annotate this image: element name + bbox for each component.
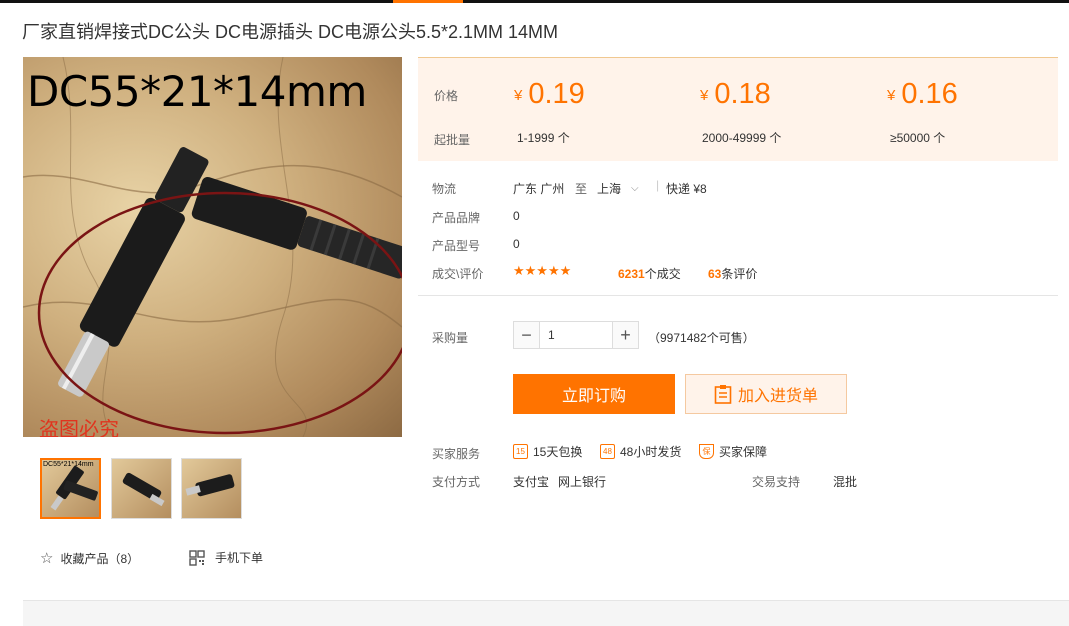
batch-label: 起批量 (434, 133, 471, 147)
destination-select[interactable]: 上海 ⌵ (597, 180, 639, 197)
favorite-button[interactable]: ☆ 收藏产品（8） (40, 549, 139, 567)
rating-stars: ★★★★★ (513, 263, 572, 278)
separator: | (656, 178, 660, 192)
thumbnail-image (50, 465, 98, 511)
batch-range-2: 2000-49999 个 (702, 131, 782, 145)
thumbnail-2[interactable] (111, 458, 172, 519)
brand-value: 0 (513, 209, 520, 223)
model-value: 0 (513, 237, 520, 251)
price-label: 价格 (434, 89, 459, 103)
deals-count: 6231 (618, 267, 645, 281)
bottom-section (23, 600, 1069, 626)
payment-method-bank: 网上银行 (558, 475, 607, 489)
thumbnail-1[interactable]: DC55*21*14mm (40, 458, 101, 519)
section-divider (418, 295, 1058, 296)
shield-icon: 保 (699, 444, 714, 459)
main-product-image[interactable]: DC55*21*14mm 盗图必究 (23, 57, 402, 437)
service-48h-shipping[interactable]: 48 48小时发货 (600, 443, 681, 460)
review-suffix: 条评价 (721, 267, 758, 281)
price-panel: 价格 起批量 ¥0.19 ¥0.18 ¥0.16 1-1999 个 2000-4… (418, 57, 1058, 161)
top-strip (0, 0, 1069, 3)
model-label: 产品型号 (432, 239, 481, 253)
decrease-quantity-button[interactable]: − (514, 322, 540, 348)
clipboard-icon (714, 385, 732, 404)
trade-support-label: 交易支持 (752, 475, 801, 489)
qr-code-icon (189, 549, 205, 566)
batch-range-3: ≥50000 个 (890, 131, 946, 145)
top-accent (393, 0, 463, 3)
stock-available: （9971482个可售） (648, 331, 755, 345)
currency-symbol: ¥ (887, 86, 896, 104)
service-buyer-protection[interactable]: 保 买家保障 (699, 443, 767, 460)
order-now-label: 立即订购 (561, 388, 626, 405)
order-now-button[interactable]: 立即订购 (513, 374, 675, 414)
deals-count-link[interactable]: 6231个成交 (618, 265, 681, 282)
shipping-fee: 快递 ¥8 (666, 182, 707, 196)
quantity-label: 采购量 (432, 331, 469, 345)
reviews-label: 成交\评价 (432, 267, 484, 281)
currency-symbol: ¥ (700, 86, 709, 104)
review-count-link[interactable]: 63条评价 (708, 265, 757, 282)
price-value: 0.16 (901, 78, 958, 110)
favorite-label: 收藏产品（8） (60, 551, 140, 566)
quantity-stepper: − + (513, 321, 639, 349)
image-watermark: 盗图必究 (39, 419, 119, 437)
add-to-cart-button[interactable]: 加入进货单 (685, 374, 847, 414)
thumbnail-3[interactable] (181, 458, 242, 519)
service-text: 15天包换 (533, 445, 583, 459)
price-value: 0.19 (528, 78, 585, 110)
price-tier-2: ¥0.18 (700, 78, 771, 111)
image-overlay-text: DC55*21*14mm (27, 67, 367, 116)
service-15-day-exchange[interactable]: 15 15天包换 (513, 443, 582, 460)
mobile-order-button[interactable]: 手机下单 (189, 549, 263, 566)
review-count: 63 (708, 267, 722, 281)
thumbnail-label: DC55*21*14mm (43, 461, 94, 468)
payment-label: 支付方式 (432, 475, 481, 489)
price-tier-3: ¥0.16 (887, 78, 958, 111)
logistics-label: 物流 (432, 182, 457, 196)
add-to-cart-label: 加入进货单 (737, 388, 818, 405)
star-outline-icon: ☆ (40, 550, 54, 567)
brand-label: 产品品牌 (432, 211, 481, 225)
quantity-input[interactable] (540, 322, 612, 348)
logistics-from: 广东 广州 (513, 182, 565, 196)
trade-support-value: 混批 (833, 475, 858, 489)
thumbnail-image (185, 474, 235, 497)
product-title: 厂家直销焊接式DC公头 DC电源插头 DC电源公头5.5*2.1MM 14MM (22, 22, 559, 42)
service-text: 48小时发货 (620, 445, 682, 459)
deals-suffix: 个成交 (644, 267, 681, 281)
currency-symbol: ¥ (514, 86, 523, 104)
thumbnail-image (122, 472, 165, 507)
payment-method-alipay: 支付宝 (513, 475, 550, 489)
logistics-to: 上海 (597, 182, 622, 196)
exchange-15-icon: 15 (513, 444, 528, 459)
services-label: 买家服务 (432, 447, 481, 461)
logistics-to-word: 至 (575, 182, 588, 196)
mobile-order-label: 手机下单 (215, 551, 264, 565)
price-value: 0.18 (714, 78, 771, 110)
service-text: 买家保障 (719, 445, 768, 459)
batch-range-1: 1-1999 个 (517, 131, 570, 145)
price-tier-1: ¥0.19 (514, 78, 585, 111)
chevron-down-icon: ⌵ (631, 183, 639, 194)
increase-quantity-button[interactable]: + (612, 322, 638, 348)
shipping-48-icon: 48 (600, 444, 615, 459)
